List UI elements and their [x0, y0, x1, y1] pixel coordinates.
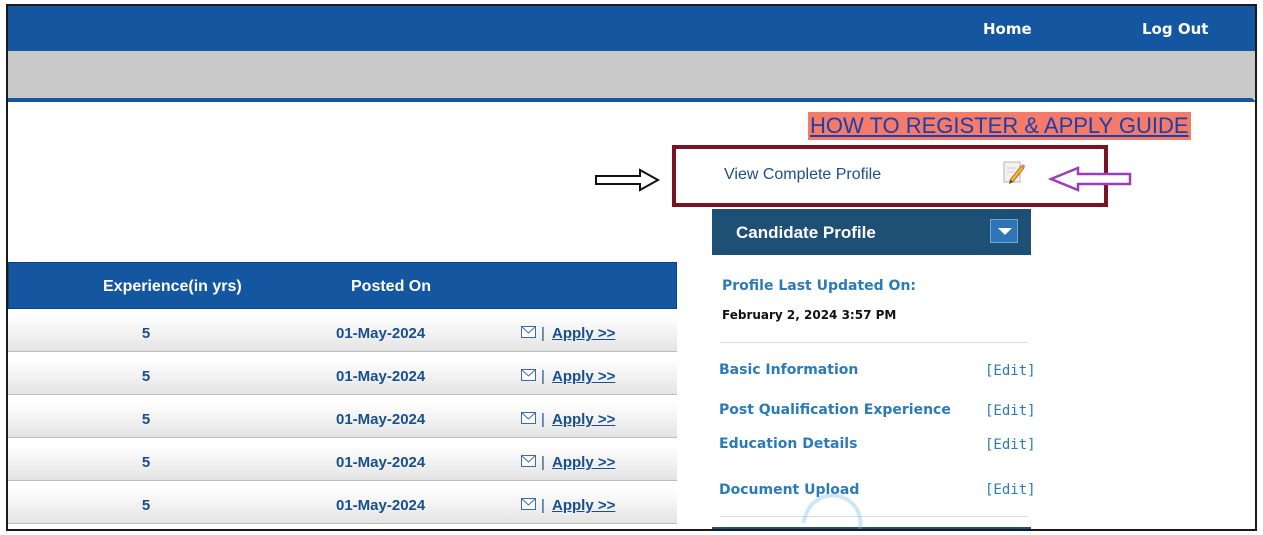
apply-link[interactable]: Apply >> [552, 368, 615, 385]
profile-last-updated-label: Profile Last Updated On: [722, 278, 917, 294]
candidate-profile-header: Candidate Profile [712, 209, 1031, 255]
education-details-link[interactable]: Education Details [719, 436, 857, 452]
mail-icon[interactable] [521, 498, 536, 510]
posted-on-cell: 01-May-2024 [336, 368, 426, 385]
job-listings-table: Experience(in yrs) Posted On 5 01-May-20… [8, 262, 677, 524]
posted-on-cell: 01-May-2024 [336, 454, 426, 471]
apply-link[interactable]: Apply >> [552, 454, 615, 471]
table-row: 5 01-May-2024 | Apply >> [8, 359, 677, 395]
mail-icon[interactable] [521, 369, 536, 381]
mail-icon[interactable] [521, 412, 536, 424]
experience-cell: 5 [141, 411, 151, 428]
posted-on-cell: 01-May-2024 [336, 411, 426, 428]
table-row: 5 01-May-2024 | Apply >> [8, 402, 677, 438]
education-details-edit-link[interactable]: [Edit] [985, 437, 1036, 453]
table-row: 5 01-May-2024 | Apply >> [8, 488, 677, 524]
edit-profile-icon[interactable] [1000, 158, 1026, 186]
candidate-profile-title: Candidate Profile [736, 223, 876, 242]
table-row: 5 01-May-2024 | Apply >> [8, 316, 677, 352]
table-row: 5 01-May-2024 | Apply >> [8, 445, 677, 481]
apply-link[interactable]: Apply >> [552, 411, 615, 428]
register-apply-guide-link[interactable]: HOW TO REGISTER & APPLY GUIDE [808, 112, 1191, 140]
mail-icon[interactable] [521, 326, 536, 338]
view-complete-profile-link[interactable]: View Complete Profile [724, 166, 881, 184]
logout-link[interactable]: Log Out [1142, 20, 1208, 38]
mail-icon[interactable] [521, 455, 536, 467]
posted-on-column-header: Posted On [351, 278, 432, 295]
separator: | [541, 454, 545, 471]
posted-on-cell: 01-May-2024 [336, 497, 426, 514]
separator: | [541, 368, 545, 385]
experience-cell: 5 [141, 454, 151, 471]
profile-last-updated-value: February 2, 2024 3:57 PM [722, 308, 897, 322]
separator: | [541, 497, 545, 514]
page-frame: Home Log Out HOW TO REGISTER & APPLY GUI… [6, 4, 1257, 531]
basic-information-edit-link[interactable]: [Edit] [985, 363, 1036, 379]
experience-cell: 5 [141, 368, 151, 385]
arrow-left-icon [1048, 166, 1132, 192]
apply-link[interactable]: Apply >> [552, 497, 615, 514]
experience-column-header: Experience(in yrs) [103, 278, 242, 295]
separator: | [541, 411, 545, 428]
top-nav-bar: Home Log Out [8, 6, 1255, 51]
document-upload-edit-link[interactable]: [Edit] [985, 482, 1036, 498]
arrow-right-icon [595, 168, 660, 192]
experience-cell: 5 [141, 325, 151, 342]
post-qualification-experience-link[interactable]: Post Qualification Experience [719, 402, 951, 418]
apply-link[interactable]: Apply >> [552, 325, 615, 342]
posted-on-cell: 01-May-2024 [336, 325, 426, 342]
table-header: Experience(in yrs) Posted On [8, 262, 677, 309]
separator: | [541, 325, 545, 342]
experience-cell: 5 [141, 497, 151, 514]
home-link[interactable]: Home [983, 20, 1032, 38]
post-qualification-experience-edit-link[interactable]: [Edit] [985, 403, 1036, 419]
profile-divider [720, 516, 1028, 517]
sub-header-bar [8, 51, 1255, 98]
content-top-border [8, 98, 1255, 102]
basic-information-link[interactable]: Basic Information [719, 362, 858, 378]
chevron-down-icon[interactable] [990, 219, 1018, 243]
candidate-profile-footer [712, 527, 1031, 529]
profile-divider [720, 342, 1028, 343]
